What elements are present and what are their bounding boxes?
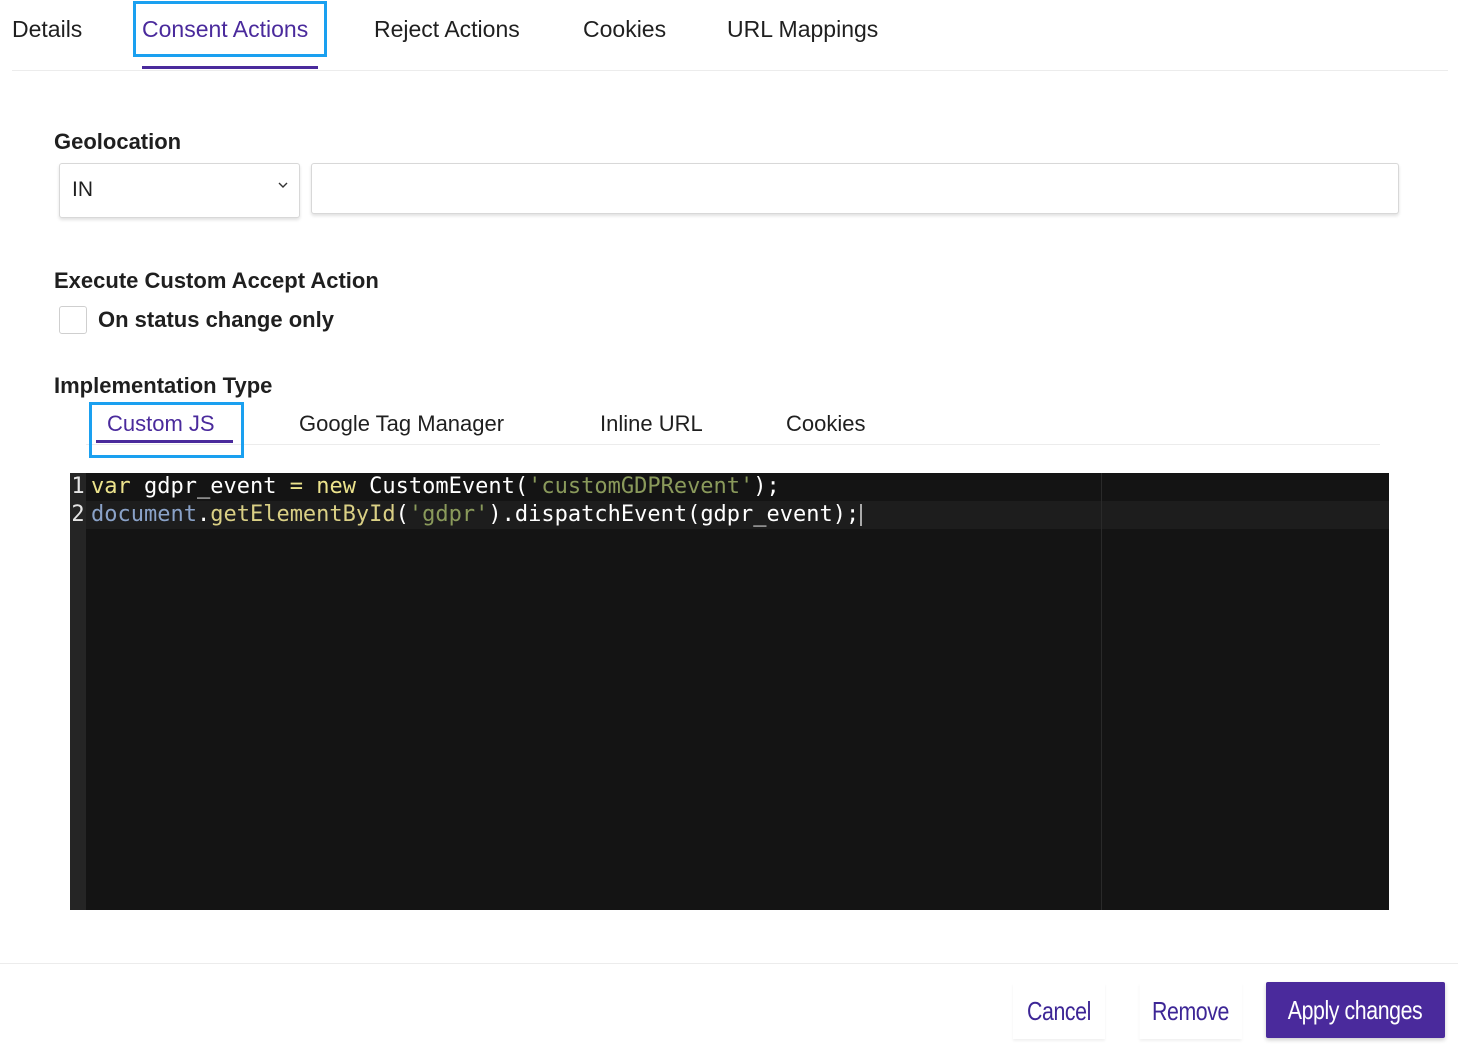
apply-changes-label: Apply changes [1288,995,1423,1025]
geolocation-select[interactable]: IN [59,163,300,218]
geolocation-selected-value: IN [72,178,93,201]
code-token: CustomEvent( [355,474,529,499]
line-number: 1 [71,474,85,499]
code-token: . [196,502,211,527]
code-token: getElementById [210,502,396,527]
status-change-checkbox[interactable] [59,306,87,334]
status-change-checkbox-label[interactable]: On status change only [98,307,334,333]
code-token: gdpr_event [130,474,290,499]
geolocation-label: Geolocation [54,129,182,154]
code-token: document [91,502,197,527]
code-token: var [91,474,131,499]
apply-changes-button[interactable]: Apply changes [1266,982,1445,1038]
tab-cookies[interactable]: Cookies [583,0,666,58]
implementation-type-label: Implementation Type [54,373,273,398]
code-token: = [289,474,303,499]
tab-custom-js[interactable]: Custom JS [107,404,215,444]
code-token: ); [753,474,780,499]
remove-button[interactable]: Remove [1139,983,1242,1039]
code-token: 'gdpr' [408,502,489,527]
custom-accept-label: Execute Custom Accept Action [54,268,379,293]
code-token: ( [395,502,409,527]
tab-reject-actions[interactable]: Reject Actions [374,0,520,58]
editor-print-margin [1101,473,1102,910]
tab-google-tag-manager[interactable]: Google Tag Manager [299,404,504,444]
code-token: new [302,474,356,499]
tab-details[interactable]: Details [12,0,82,58]
code-line: 2 document.getElementById('gdpr').dispatc… [70,501,863,529]
code-token: 'customGDPRevent' [528,474,754,499]
tab-inline-url[interactable]: Inline URL [600,404,703,444]
code-token: ).dispatchEvent(gdpr_event); [488,502,860,527]
tab-url-mappings[interactable]: URL Mappings [727,0,878,58]
line-number: 2 [71,502,85,527]
editor-gutter [70,473,86,910]
tab-consent-actions[interactable]: Consent Actions [142,0,308,58]
implementation-tab-bar [86,402,1380,445]
text-cursor [860,504,863,526]
code-editor[interactable]: 1 var gdpr_event = new CustomEvent('custo… [70,473,1389,910]
code-line: 1 var gdpr_event = new CustomEvent('custo… [70,473,780,501]
cancel-button[interactable]: Cancel [1013,983,1105,1039]
geolocation-regions-input[interactable] [311,163,1399,214]
chevron-down-icon [278,182,288,188]
tab-consent-actions-underline [142,66,318,69]
tab-impl-cookies[interactable]: Cookies [786,404,865,444]
tab-custom-js-underline [96,440,233,443]
